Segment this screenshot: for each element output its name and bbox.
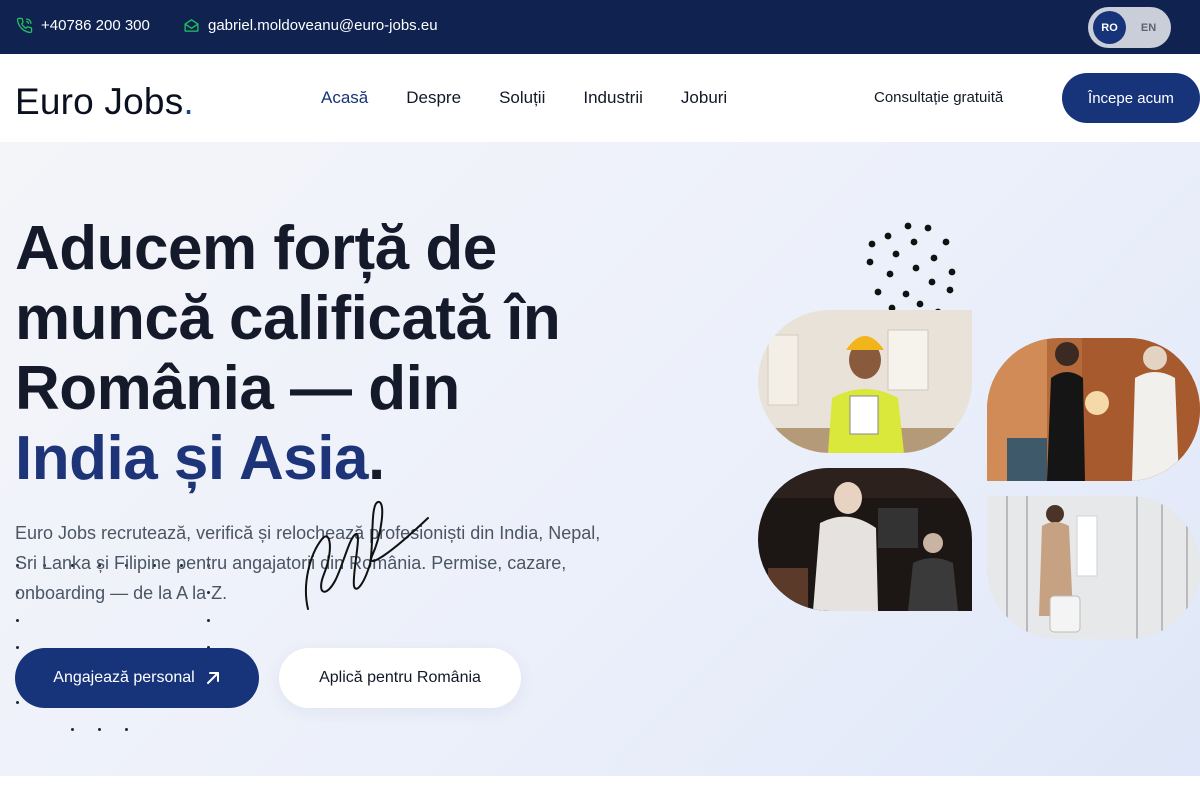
decorative-dot — [866, 258, 874, 266]
decorative-dot — [97, 727, 101, 731]
photo-worker-hardhat — [758, 310, 972, 453]
hero-title-line-3: România — din — [15, 354, 460, 423]
hire-staff-label: Angajează personal — [53, 669, 195, 686]
decorative-dot — [916, 300, 924, 308]
language-toggle[interactable]: RO EN — [1088, 7, 1171, 48]
photo-traveler-luggage — [987, 496, 1200, 639]
phone-number: +40786 200 300 — [41, 17, 150, 34]
decorative-dot — [904, 222, 912, 230]
decorative-dot — [16, 700, 19, 704]
nav-item-industrii[interactable]: Industrii — [583, 88, 643, 108]
decorative-dot — [70, 727, 74, 731]
decorative-dot — [948, 268, 956, 276]
decorative-dot — [902, 290, 910, 298]
main-nav: Acasă Despre Soluții Industrii Joburi — [321, 88, 727, 108]
site-header: Euro Jobs. Acasă Despre Soluții Industri… — [0, 54, 1200, 142]
decorative-dot — [910, 238, 918, 246]
top-bar: +40786 200 300 gabriel.moldoveanu@euro-j… — [0, 0, 1200, 54]
hire-staff-button[interactable]: Angajează personal — [15, 648, 259, 708]
start-now-button[interactable]: Începe acum — [1062, 73, 1200, 123]
photo-office-handshake — [987, 338, 1200, 481]
hero-title-end: . — [368, 424, 385, 493]
decorative-dot — [924, 224, 932, 232]
arrow-up-right-icon — [206, 672, 219, 684]
hero-section: Aducem forță de muncă calificată în Româ… — [0, 142, 1200, 776]
email-contact[interactable]: gabriel.moldoveanu@euro-jobs.eu — [183, 17, 438, 34]
decorative-dot — [892, 250, 900, 258]
hero-title-line-1: Aducem forță de — [15, 214, 497, 283]
decorative-dot — [207, 618, 211, 622]
decorative-dot — [874, 288, 882, 296]
decorative-dot — [868, 240, 876, 248]
decorative-dot — [942, 238, 950, 246]
decorative-dot — [912, 264, 920, 272]
hero-title: Aducem forță de muncă calificată în Româ… — [15, 214, 615, 494]
logo-text: Euro Jobs — [15, 81, 184, 122]
logo-dot: . — [183, 81, 194, 122]
phone-contact[interactable]: +40786 200 300 — [16, 17, 150, 34]
photo-lab-technicians — [758, 468, 972, 611]
lang-option-ro[interactable]: RO — [1093, 11, 1126, 44]
decorative-dot — [125, 727, 129, 731]
decorative-dot — [946, 286, 954, 294]
decorative-dot — [884, 232, 892, 240]
phone-icon — [16, 17, 33, 34]
decorative-dot — [16, 618, 19, 622]
decorative-dot — [16, 645, 19, 649]
decorative-dot — [928, 278, 936, 286]
decorative-scribble — [304, 501, 429, 610]
nav-item-acasa[interactable]: Acasă — [321, 88, 368, 108]
nav-item-solutii[interactable]: Soluții — [499, 88, 545, 108]
email-address: gabriel.moldoveanu@euro-jobs.eu — [208, 17, 438, 34]
apply-romania-button[interactable]: Aplică pentru România — [279, 648, 521, 708]
hero-title-line-2: muncă calificată în — [15, 284, 561, 353]
decorative-dot — [886, 270, 894, 278]
hero-title-accent: India și Asia — [15, 424, 369, 493]
free-consultation-link[interactable]: Consultație gratuită — [874, 89, 1003, 106]
decorative-dot-cluster — [866, 222, 956, 316]
nav-item-despre[interactable]: Despre — [406, 88, 461, 108]
nav-item-joburi[interactable]: Joburi — [681, 88, 727, 108]
lang-option-en[interactable]: EN — [1132, 11, 1165, 44]
logo[interactable]: Euro Jobs. — [15, 81, 194, 123]
envelope-icon — [184, 19, 199, 32]
decorative-dot — [930, 254, 938, 262]
